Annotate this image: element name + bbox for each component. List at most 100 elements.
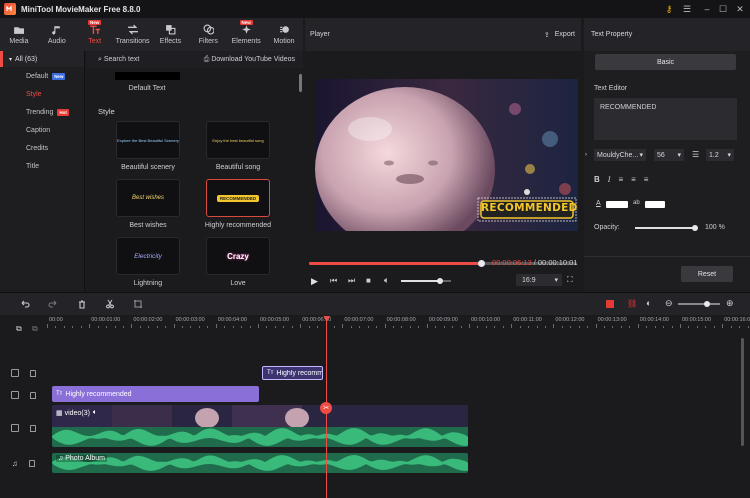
download-youtube-button[interactable]: ⎙ Download YouTube Videos xyxy=(204,56,295,64)
zoom-in-icon[interactable]: ⊕ xyxy=(726,298,734,309)
category-all[interactable]: ▾ All (63) xyxy=(0,51,84,67)
ruler-tick-mark xyxy=(333,326,335,328)
category-style[interactable]: Style xyxy=(0,85,84,103)
ruler-tick-label: 00:00:04:00 xyxy=(217,317,247,323)
lock-icon[interactable] xyxy=(29,369,36,377)
menu-icon[interactable]: ☰ xyxy=(678,0,696,18)
library-scrollbar[interactable] xyxy=(299,74,302,92)
aspect-ratio-value: 16:9 xyxy=(522,276,536,284)
overlay-text[interactable]: RECOMMENDED xyxy=(481,202,577,214)
maximize-icon[interactable]: ☐ xyxy=(714,0,732,18)
zoom-out-icon[interactable]: ⊖ xyxy=(665,298,673,309)
bold-icon[interactable]: B xyxy=(594,175,600,184)
toolbar-elements-button[interactable]: New Elements xyxy=(227,18,265,51)
ruler-tick-mark xyxy=(713,326,715,328)
text-editor-input[interactable]: RECOMMENDED xyxy=(594,98,737,140)
fit-timeline-icon[interactable]: ◐ xyxy=(646,298,651,308)
opacity-value[interactable]: 100 % xyxy=(705,224,725,231)
ruler-tick-mark xyxy=(502,326,504,328)
zoom-knob[interactable] xyxy=(704,301,710,307)
search-button[interactable]: ⌕ Search text xyxy=(98,56,139,64)
toolbar-effects-button[interactable]: Effects xyxy=(152,18,190,51)
crop-icon[interactable] xyxy=(133,299,143,311)
category-credits[interactable]: Credits xyxy=(0,139,84,157)
add-track-icon[interactable]: ⧉ xyxy=(16,324,22,334)
volume-icon[interactable]: 🔈︎ xyxy=(384,275,389,286)
align-left-icon[interactable]: ≡ xyxy=(618,175,623,184)
split-icon[interactable] xyxy=(105,299,115,311)
toolbar-text-button[interactable]: New Text xyxy=(76,18,114,51)
toolbar-filters-button[interactable]: Filters xyxy=(189,18,227,51)
play-button[interactable]: ▶ xyxy=(311,276,318,287)
ruler-tick-mark xyxy=(89,324,91,328)
audio-clip[interactable]: ♫ Photo Album xyxy=(52,453,468,473)
previous-frame-button[interactable]: ⏮ xyxy=(330,276,337,286)
reset-button[interactable]: Reset xyxy=(681,266,733,282)
card-preview-text: Electricity xyxy=(134,252,162,260)
lock-icon[interactable] xyxy=(29,459,36,467)
video-clip[interactable]: ▦ video(3) 🔈︎ xyxy=(52,405,468,447)
font-size-value: 56 xyxy=(657,151,665,159)
text-style-card[interactable]: Best wishes xyxy=(116,179,180,217)
ruler-tick-mark xyxy=(612,326,614,328)
nav-active-indicator xyxy=(0,51,3,67)
toolbar-label: Text xyxy=(88,38,102,45)
ruler-tick-mark xyxy=(182,326,184,328)
time-ruler[interactable]: 00:00 00:00:01:00 00:00:02:00 00:00:03:00 00… xyxy=(47,317,750,328)
opacity-slider[interactable] xyxy=(635,225,698,231)
ruler-tick-mark xyxy=(190,326,192,328)
key-icon[interactable]: ⚷ xyxy=(660,0,678,18)
text-clip[interactable]: Tт Highly recommended xyxy=(52,386,259,402)
zoom-slider[interactable] xyxy=(678,301,720,307)
text-style-card[interactable]: Crazy xyxy=(206,237,270,275)
align-center-icon[interactable]: ≡ xyxy=(631,175,636,184)
text-style-card[interactable]: Electricity xyxy=(116,237,180,275)
fullscreen-icon[interactable]: ⛶ xyxy=(567,275,573,285)
delete-icon[interactable] xyxy=(77,299,87,311)
font-select[interactable]: MouldyChe... ▾ xyxy=(594,149,646,161)
category-caption[interactable]: Caption xyxy=(0,121,84,139)
default-text-thumb[interactable] xyxy=(115,72,180,80)
text-color-swatch[interactable] xyxy=(606,201,628,208)
toolbar-label: Filters xyxy=(198,38,218,45)
chevron-right-icon[interactable]: › xyxy=(585,152,587,158)
toolbar-label: Motion xyxy=(273,38,295,45)
text-clip-selected[interactable]: Tт Highly recomm xyxy=(262,366,323,380)
toolbar-transitions-button[interactable]: Transitions xyxy=(114,18,152,51)
undo-icon[interactable] xyxy=(20,299,30,311)
align-right-icon[interactable]: ≡ xyxy=(644,175,649,184)
export-button[interactable]: ⇪ Export xyxy=(544,31,575,39)
aspect-ratio-select[interactable]: 16:9 ▾ xyxy=(516,274,562,286)
close-icon[interactable]: ✕ xyxy=(731,0,749,18)
copy-track-icon[interactable]: ⧉ xyxy=(32,324,38,334)
toolbar-audio-button[interactable]: Audio xyxy=(38,18,76,51)
category-default[interactable]: Default New xyxy=(0,67,84,85)
outline-color-swatch[interactable] xyxy=(645,201,665,208)
timeline-scrollbar[interactable] xyxy=(741,338,744,446)
lock-icon[interactable] xyxy=(29,424,36,432)
category-trending[interactable]: Trending Hot xyxy=(0,103,84,121)
stop-button[interactable]: ■ xyxy=(366,276,371,285)
unlink-icon[interactable]: ⛓ xyxy=(627,299,637,308)
outline-color-icon: ab xyxy=(633,200,640,206)
ruler-tick-mark xyxy=(300,324,302,328)
volume-slider[interactable] xyxy=(401,278,451,284)
redo-icon[interactable] xyxy=(48,299,58,311)
toolbar-media-button[interactable]: Media xyxy=(0,18,38,51)
category-title[interactable]: Title xyxy=(0,157,84,175)
ruler-tick-mark xyxy=(637,324,639,328)
video-preview[interactable]: RECOMMENDED xyxy=(315,79,578,231)
text-style-card[interactable]: RECOMMENDED xyxy=(206,179,270,217)
italic-icon[interactable]: I xyxy=(608,175,611,184)
toolbar-motion-button[interactable]: Motion xyxy=(265,18,303,51)
text-style-card[interactable]: Explore the Best Beautiful Scenery xyxy=(116,121,180,159)
ruler-tick-mark xyxy=(747,326,749,328)
text-style-card[interactable]: Enjoy the best beautiful song xyxy=(206,121,270,159)
audio-mix-icon[interactable] xyxy=(606,300,614,308)
basic-tab[interactable]: Basic xyxy=(595,54,736,70)
font-size-select[interactable]: 56 ▾ xyxy=(654,149,684,161)
basic-tab-label: Basic xyxy=(656,58,675,66)
next-frame-button[interactable]: ⏭ xyxy=(348,276,355,286)
line-spacing-select[interactable]: 1.2 ▾ xyxy=(706,149,734,161)
lock-icon[interactable] xyxy=(29,391,36,399)
